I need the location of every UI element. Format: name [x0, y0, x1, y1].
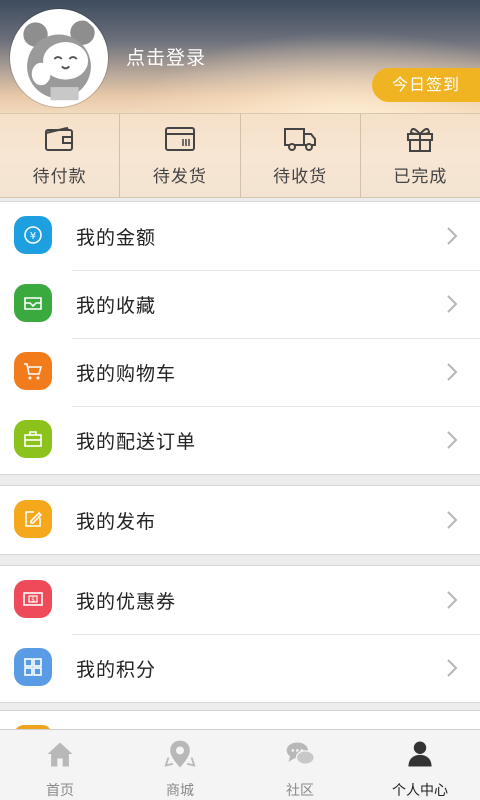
menu-item-my-posts[interactable]: 我的发布 — [0, 486, 480, 554]
login-prompt[interactable]: 点击登录 — [126, 43, 206, 70]
daily-checkin-button[interactable]: 今日签到 — [372, 68, 480, 102]
package-icon — [164, 127, 195, 151]
person-icon — [408, 741, 432, 767]
menu-label: 我的优惠券 — [76, 590, 177, 613]
truck-icon — [284, 128, 317, 151]
order-pending-payment[interactable]: 待付款 — [0, 114, 121, 197]
menu-label: 我的发布 — [76, 510, 157, 533]
menu-label: 我的购物车 — [76, 362, 177, 385]
avatar[interactable] — [10, 9, 108, 107]
menu-item-points[interactable]: 我的积分 — [0, 634, 480, 702]
order-label: 已完成 — [393, 167, 448, 187]
menu-item-coupons[interactable]: $ 我的优惠券 — [0, 566, 480, 634]
menu-label: 我的积分 — [76, 658, 157, 681]
menu-group-posts: 我的发布 — [0, 485, 480, 555]
bear-avatar-icon — [13, 12, 105, 104]
menu-item-cart[interactable]: 我的购物车 — [0, 338, 480, 406]
menu-group-account: ¥ 我的金额 我的收藏 我的购物车 我的配送订单 — [0, 201, 480, 475]
order-label: 待收货 — [273, 167, 328, 187]
profile-header: 点击登录 今日签到 — [0, 0, 480, 113]
chevron-right-icon — [447, 363, 458, 381]
order-pending-shipment[interactable]: 待发货 — [120, 114, 241, 197]
tab-mall[interactable]: 商城 — [120, 730, 240, 800]
tab-label: 社区 — [286, 783, 314, 799]
menu-group-rewards: $ 我的优惠券 我的积分 — [0, 565, 480, 703]
chevron-right-icon — [447, 591, 458, 609]
profile-menu: ¥ 我的金额 我的收藏 我的购物车 我的配送订单 我的发布 $ 我的优惠券 我的… — [0, 201, 480, 713]
briefcase-icon — [14, 420, 52, 458]
chevron-right-icon — [447, 431, 458, 449]
map-pin-icon — [164, 740, 196, 768]
coupon-icon: $ — [14, 580, 52, 618]
chevron-right-icon — [447, 295, 458, 313]
tab-home[interactable]: 首页 — [0, 730, 120, 800]
yuan-coin-icon: ¥ — [14, 216, 52, 254]
tab-label: 首页 — [46, 783, 74, 799]
order-label: 待发货 — [152, 167, 207, 187]
chevron-right-icon — [447, 511, 458, 529]
shopping-cart-icon — [14, 352, 52, 390]
order-pending-receipt[interactable]: 待收货 — [241, 114, 361, 197]
edit-icon — [14, 500, 52, 538]
home-icon — [47, 742, 73, 767]
wallet-icon — [44, 126, 73, 151]
tab-community[interactable]: 社区 — [240, 730, 360, 800]
tab-profile[interactable]: 个人中心 — [360, 730, 480, 800]
order-status-bar: 待付款 待发货 待收货 已完成 — [0, 113, 480, 198]
svg-text:$: $ — [31, 597, 35, 604]
svg-text:¥: ¥ — [30, 231, 36, 242]
menu-item-favorites[interactable]: 我的收藏 — [0, 270, 480, 338]
menu-group-partial — [0, 710, 480, 735]
collection-tray-icon — [14, 284, 52, 322]
menu-label: 我的收藏 — [76, 294, 157, 317]
chevron-right-icon — [447, 227, 458, 245]
bottom-tab-bar: 首页 商城 社区 个人中心 — [0, 729, 480, 800]
tab-label: 个人中心 — [392, 783, 448, 799]
menu-label: 我的金额 — [76, 226, 157, 249]
chevron-right-icon — [447, 659, 458, 677]
menu-item-balance[interactable]: ¥ 我的金额 — [0, 202, 480, 270]
order-label: 待付款 — [32, 167, 87, 187]
order-completed[interactable]: 已完成 — [361, 114, 480, 197]
gift-icon — [407, 128, 434, 152]
tab-label: 商城 — [166, 783, 194, 799]
chat-bubbles-icon — [286, 742, 315, 765]
menu-item-delivery-orders[interactable]: 我的配送订单 — [0, 406, 480, 474]
grid-icon — [14, 648, 52, 686]
menu-label: 我的配送订单 — [76, 430, 197, 453]
